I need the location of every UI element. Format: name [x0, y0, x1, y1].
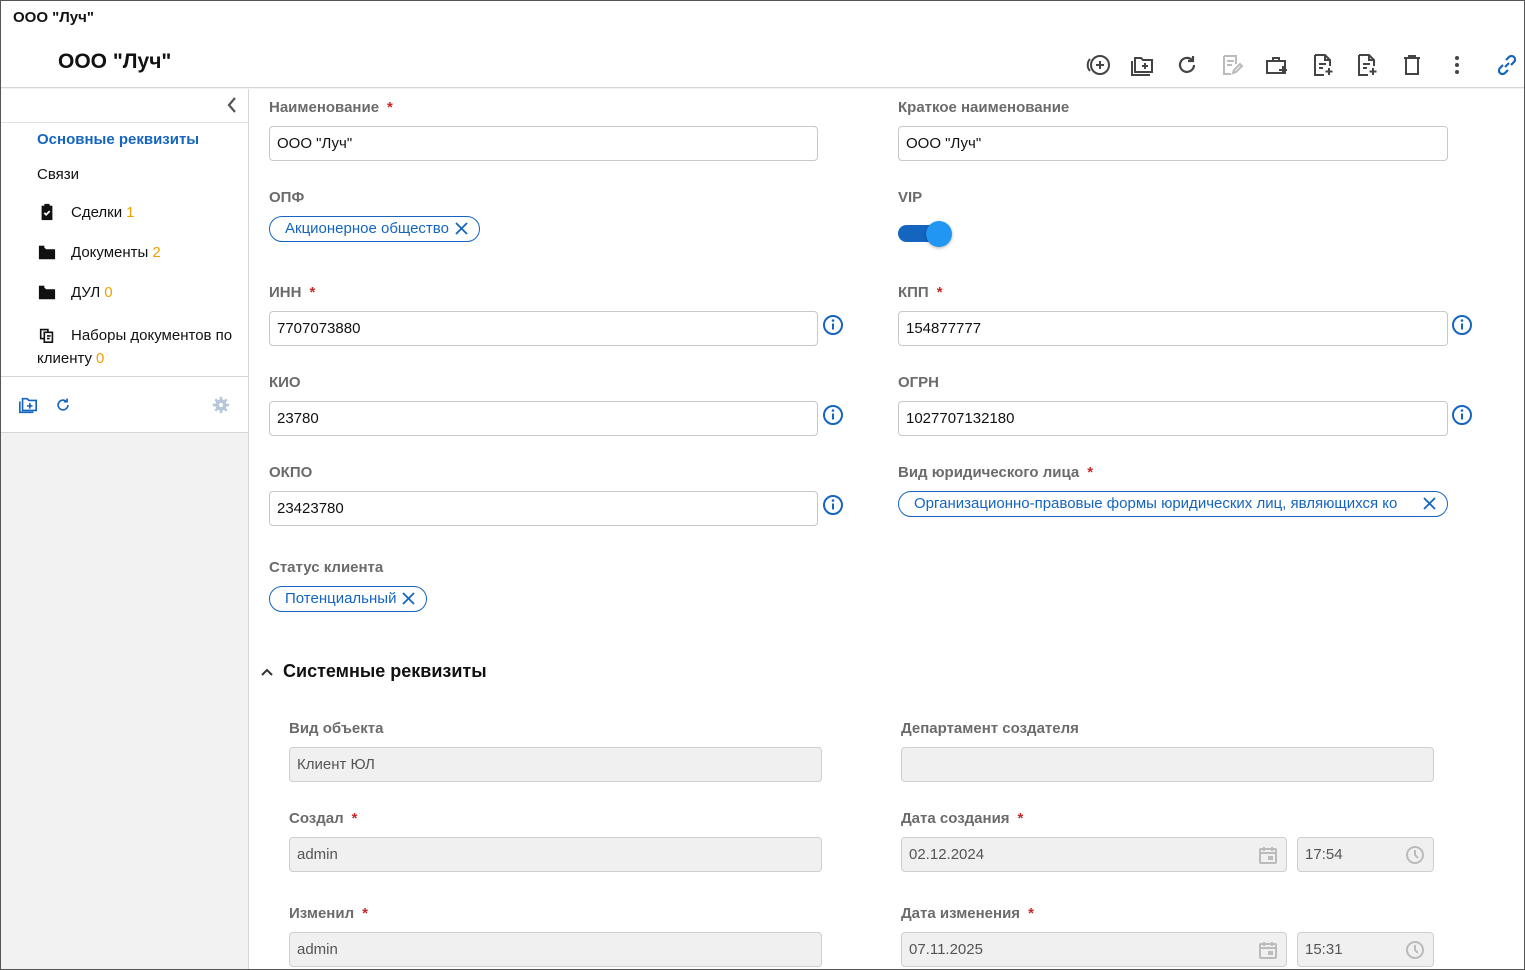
- info-icon[interactable]: [822, 404, 844, 426]
- okpo-label: ОКПО: [269, 464, 313, 481]
- kio-field[interactable]: 23780: [269, 401, 818, 436]
- sidebar-item-deals[interactable]: Сделки 1: [37, 202, 134, 222]
- toggle-knob: [926, 221, 952, 247]
- folder-icon: [37, 242, 57, 262]
- modified-by-label: Изменил *: [289, 905, 368, 922]
- main-content: Наименование * ООО "Луч" Краткое наименов…: [249, 89, 1524, 969]
- name-field[interactable]: ООО "Луч": [269, 126, 818, 161]
- client-status-label: Статус клиента: [269, 559, 384, 576]
- sidebar: Основные реквизиты Связи Сделки 1 Докуме…: [1, 89, 249, 969]
- document-set-icon: [37, 325, 57, 345]
- info-icon[interactable]: [1451, 314, 1473, 336]
- vip-label: VIP: [898, 189, 923, 206]
- clipboard-check-icon: [37, 202, 57, 222]
- document-add-icon[interactable]: [1308, 51, 1338, 79]
- folder-add-icon[interactable]: [1127, 51, 1157, 79]
- kio-label: КИО: [269, 374, 301, 391]
- created-date-field: 02.12.2024: [901, 837, 1287, 872]
- trash-icon[interactable]: [1397, 51, 1427, 79]
- created-at-label: Дата создания *: [901, 810, 1024, 827]
- sidebar-nav: Основные реквизиты Связи Сделки 1 Докуме…: [1, 89, 248, 433]
- created-time-field: 17:54: [1297, 837, 1434, 872]
- sidebar-item-label: Сделки: [71, 203, 123, 221]
- opf-chip[interactable]: Акционерное общество: [269, 216, 480, 242]
- sidebar-item-identity-docs[interactable]: ДУЛ 0: [37, 282, 113, 302]
- object-type-field: Клиент ЮЛ: [289, 747, 822, 782]
- sidebar-item-label: Связи: [37, 166, 80, 183]
- name-label: Наименование *: [269, 99, 393, 116]
- calendar-icon: [1259, 847, 1277, 864]
- page-header: ООО "Луч": [1, 37, 1524, 88]
- short-name-label: Краткое наименование: [898, 99, 1070, 116]
- briefcase-add-icon[interactable]: [1262, 51, 1292, 79]
- add-circle-icon[interactable]: [1083, 51, 1113, 79]
- edit-document-icon[interactable]: [1217, 51, 1247, 79]
- count-badge: 0: [104, 283, 113, 301]
- more-vertical-icon[interactable]: [1442, 51, 1472, 79]
- kpp-field[interactable]: 154877777: [898, 311, 1448, 346]
- count-badge: 0: [96, 350, 105, 367]
- chevron-left-icon[interactable]: [222, 95, 242, 115]
- info-icon[interactable]: [1451, 404, 1473, 426]
- modified-by-field: admin: [289, 932, 822, 967]
- inn-field[interactable]: 7707073880: [269, 311, 818, 346]
- count-badge: 2: [152, 243, 161, 261]
- settings-gear-icon[interactable]: [210, 394, 232, 416]
- window-title: ООО "Луч": [13, 9, 94, 26]
- system-section-header[interactable]: Системные реквизиты: [259, 661, 487, 682]
- legal-type-chip[interactable]: Организационно-правовые формы юридически…: [898, 491, 1448, 517]
- short-name-field[interactable]: ООО "Луч": [898, 126, 1448, 161]
- vip-toggle[interactable]: [898, 219, 954, 247]
- refresh-icon[interactable]: [1172, 51, 1202, 79]
- legal-type-label: Вид юридического лица *: [898, 464, 1094, 481]
- sidebar-item-label: Наборы документов по: [71, 327, 233, 344]
- chevron-up-icon: [261, 668, 273, 676]
- clock-icon: [1406, 846, 1424, 864]
- modified-time-field: 15:31: [1297, 932, 1434, 967]
- close-icon[interactable]: [1422, 496, 1437, 511]
- link-icon[interactable]: [1492, 51, 1522, 79]
- created-by-label: Создал *: [289, 810, 358, 827]
- ogrn-field[interactable]: 1027707132180: [898, 401, 1448, 436]
- creator-dept-label: Департамент создателя: [901, 720, 1079, 737]
- divider: [1, 376, 248, 377]
- ogrn-label: ОГРН: [898, 374, 940, 391]
- sidebar-item-label: Документы: [71, 243, 149, 261]
- kpp-label: КПП *: [898, 284, 943, 301]
- sidebar-item-links[interactable]: Связи: [37, 166, 79, 183]
- sidebar-item-label: ДУЛ: [71, 283, 101, 301]
- creator-dept-field: [901, 747, 1434, 782]
- section-title: Системные реквизиты: [283, 661, 487, 681]
- calendar-icon: [1259, 942, 1277, 959]
- sidebar-item-label: Основные реквизиты: [37, 131, 200, 148]
- refresh-icon[interactable]: [52, 394, 74, 416]
- count-badge: 1: [126, 203, 135, 221]
- inn-label: ИНН *: [269, 284, 316, 301]
- close-icon[interactable]: [401, 591, 416, 606]
- folder-add-icon[interactable]: [17, 394, 39, 416]
- created-by-field: admin: [289, 837, 822, 872]
- client-status-chip[interactable]: Потенциальный: [269, 586, 428, 612]
- document-add-alt-icon[interactable]: [1352, 51, 1382, 79]
- info-icon[interactable]: [822, 494, 844, 516]
- folder-icon: [37, 282, 57, 302]
- sidebar-item-documents[interactable]: Документы 2: [37, 242, 161, 262]
- opf-label: ОПФ: [269, 189, 305, 206]
- divider: [1, 122, 248, 123]
- okpo-field[interactable]: 23423780: [269, 491, 818, 526]
- modified-date-field: 07.11.2025: [901, 932, 1287, 967]
- app-window: ООО "Луч" ООО "Луч" Основные реквизиты С…: [0, 0, 1525, 970]
- sidebar-item-label: клиенту: [37, 350, 93, 367]
- clock-icon: [1406, 941, 1424, 959]
- sidebar-item-document-sets[interactable]: Наборы документов по: [37, 322, 242, 349]
- sidebar-item-document-sets-cont[interactable]: клиенту 0: [37, 349, 104, 369]
- sidebar-item-main-details[interactable]: Основные реквизиты: [37, 131, 199, 148]
- close-icon[interactable]: [454, 221, 469, 236]
- object-type-label: Вид объекта: [289, 720, 384, 737]
- page-title: ООО "Луч": [58, 50, 172, 73]
- info-icon[interactable]: [822, 314, 844, 336]
- modified-at-label: Дата изменения *: [901, 905, 1034, 922]
